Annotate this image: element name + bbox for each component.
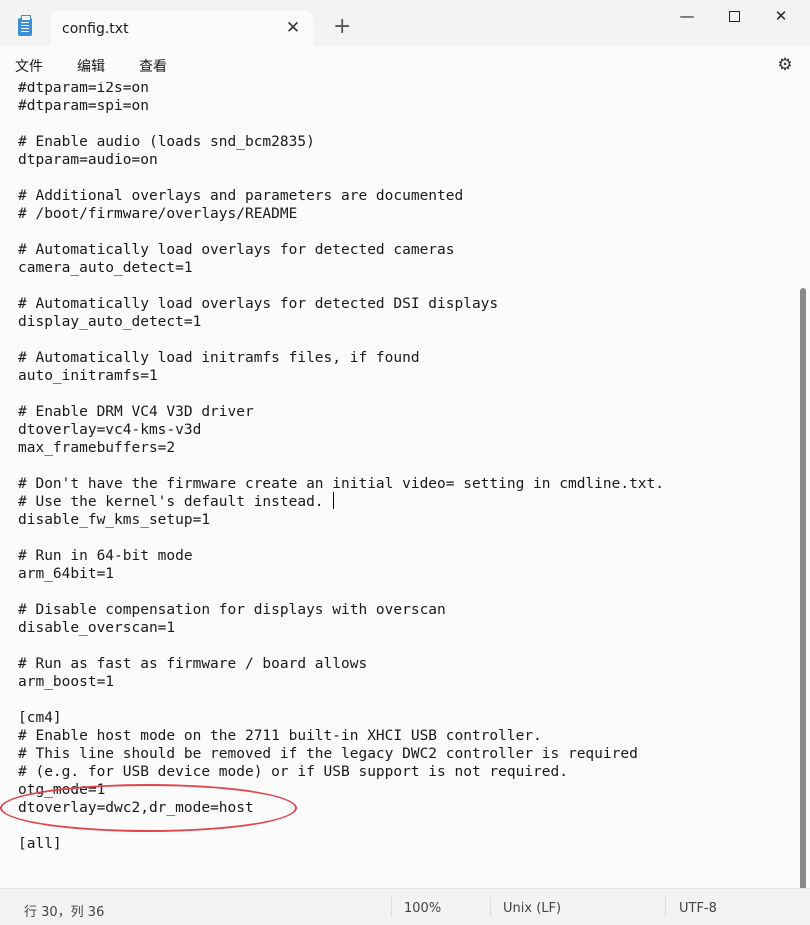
menu-edit[interactable]: 编辑 bbox=[77, 56, 105, 76]
tab-title: config.txt bbox=[62, 21, 129, 37]
code-line: # Additional overlays and parameters are… bbox=[18, 188, 464, 204]
code-line: # Use the kernel's default instead. bbox=[18, 494, 324, 510]
code-line: # Run as fast as firmware / board allows bbox=[18, 656, 368, 672]
encoding[interactable]: UTF-8 bbox=[679, 901, 717, 916]
settings-gear-icon[interactable]: ⚙ bbox=[776, 56, 794, 74]
code-line: # This line should be removed if the leg… bbox=[18, 746, 638, 762]
code-line: disable_overscan=1 bbox=[18, 620, 176, 636]
code-line: [cm4] bbox=[18, 710, 62, 726]
code-line: arm_boost=1 bbox=[18, 674, 115, 690]
code-line: # Run in 64-bit mode bbox=[18, 548, 193, 564]
notepad-icon bbox=[18, 15, 32, 36]
code-line: # /boot/firmware/overlays/README bbox=[18, 206, 298, 222]
close-window-button[interactable]: ✕ bbox=[758, 0, 804, 32]
code-line: # Enable host mode on the 2711 built-in … bbox=[18, 728, 542, 744]
status-divider bbox=[391, 897, 392, 917]
new-tab-icon[interactable]: + bbox=[333, 16, 351, 38]
text-caret bbox=[333, 492, 334, 509]
zoom-level[interactable]: 100% bbox=[404, 901, 441, 916]
menu-view[interactable]: 查看 bbox=[139, 56, 167, 76]
menu-bar: 文件 编辑 查看 ⚙ bbox=[0, 46, 810, 82]
minimize-button[interactable]: — bbox=[664, 0, 710, 32]
code-line: # Don't have the firmware create an init… bbox=[18, 476, 665, 492]
code-line: dtoverlay=vc4-kms-v3d bbox=[18, 422, 202, 438]
status-bar: 行 30，列 36 100% Unix (LF) UTF-8 bbox=[0, 888, 810, 925]
code-line: [all] bbox=[18, 836, 62, 852]
vertical-scrollbar[interactable] bbox=[800, 288, 806, 888]
code-line: # Automatically load overlays for detect… bbox=[18, 296, 499, 312]
code-line: camera_auto_detect=1 bbox=[18, 260, 193, 276]
code-line: disable_fw_kms_setup=1 bbox=[18, 512, 211, 528]
code-line: # (e.g. for USB device mode) or if USB s… bbox=[18, 764, 568, 780]
editor-content[interactable]: #dtparam=i2s=on #dtparam=spi=on # Enable a… bbox=[18, 82, 664, 853]
menu-file[interactable]: 文件 bbox=[15, 56, 43, 76]
code-line: display_auto_detect=1 bbox=[18, 314, 202, 330]
code-line: #dtparam=spi=on bbox=[18, 98, 149, 114]
text-editor[interactable]: #dtparam=i2s=on #dtparam=spi=on # Enable a… bbox=[0, 82, 810, 888]
code-line: # Disable compensation for displays with… bbox=[18, 602, 446, 618]
red-ellipse-annotation bbox=[0, 784, 297, 832]
cursor-position: 行 30，列 36 bbox=[24, 905, 105, 920]
code-line: # Enable audio (loads snd_bcm2835) bbox=[18, 134, 315, 150]
title-bar: config.txt ✕ + — ✕ bbox=[0, 0, 810, 46]
code-line: dtparam=audio=on bbox=[18, 152, 158, 168]
code-line: # Automatically load overlays for detect… bbox=[18, 242, 455, 258]
maximize-button[interactable] bbox=[711, 0, 757, 32]
code-line: auto_initramfs=1 bbox=[18, 368, 158, 384]
code-line: arm_64bit=1 bbox=[18, 566, 115, 582]
line-ending[interactable]: Unix (LF) bbox=[503, 901, 561, 916]
code-line: max_framebuffers=2 bbox=[18, 440, 176, 456]
status-divider bbox=[490, 897, 491, 917]
code-line: #dtparam=i2s=on bbox=[18, 82, 149, 96]
maximize-icon bbox=[728, 11, 740, 22]
close-tab-icon[interactable]: ✕ bbox=[284, 19, 302, 37]
code-line: # Enable DRM VC4 V3D driver bbox=[18, 404, 254, 420]
tab-config[interactable]: config.txt ✕ bbox=[51, 11, 313, 46]
status-divider bbox=[665, 897, 666, 917]
code-line: # Automatically load initramfs files, if… bbox=[18, 350, 420, 366]
